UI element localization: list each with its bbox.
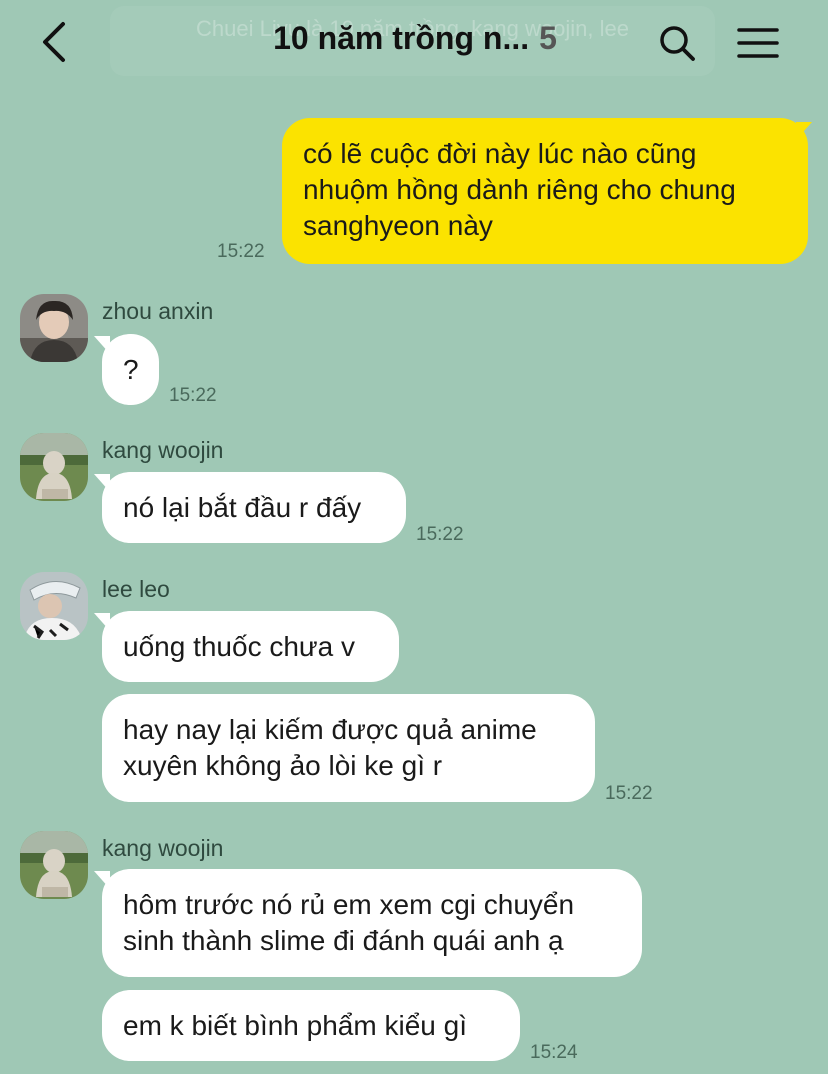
- sender-name: kang woojin: [102, 835, 224, 861]
- back-button[interactable]: [30, 18, 78, 66]
- incoming-message-bubble[interactable]: hay nay lại kiếm được quả anime xuyên kh…: [102, 694, 595, 802]
- message-time: 15:22: [605, 783, 653, 804]
- incoming-message-bubble[interactable]: uống thuốc chưa v: [102, 611, 399, 682]
- incoming-message-bubble[interactable]: nó lại bắt đầu r đấy: [102, 472, 406, 543]
- incoming-bubble-tail: [94, 474, 110, 492]
- sender-name: zhou anxin: [102, 298, 214, 324]
- message-time: 15:22: [169, 385, 217, 406]
- chat-title: 10 năm trồng n...: [273, 20, 530, 56]
- outgoing-bubble-tail: [796, 122, 812, 140]
- avatar[interactable]: [20, 831, 88, 899]
- chat-title-area[interactable]: 10 năm trồng n... 5: [150, 20, 680, 57]
- message-time: 15:22: [416, 524, 464, 545]
- message-time: 15:22: [217, 241, 265, 262]
- incoming-bubble-tail: [94, 871, 110, 889]
- member-count: 5: [539, 20, 557, 56]
- avatar[interactable]: [20, 294, 88, 362]
- avatar[interactable]: [20, 433, 88, 501]
- avatar-photo-zhou-anxin: [20, 294, 88, 362]
- avatar-photo-kang-woojin: [20, 831, 88, 899]
- sender-name: lee leo: [102, 576, 170, 602]
- sender-name: kang woojin: [102, 437, 224, 463]
- back-chevron-icon: [43, 22, 65, 62]
- incoming-message-bubble[interactable]: ?: [102, 334, 159, 405]
- incoming-bubble-tail: [94, 336, 110, 354]
- hamburger-menu-icon: [737, 28, 779, 58]
- incoming-message-bubble[interactable]: hôm trước nó rủ em xem cgi chuyển sinh t…: [102, 869, 642, 977]
- avatar[interactable]: [20, 572, 88, 640]
- incoming-bubble-tail: [94, 613, 110, 631]
- message-time: 15:24: [530, 1042, 578, 1063]
- outgoing-message-bubble[interactable]: có lẽ cuộc đời này lúc nào cũng nhuộm hồ…: [282, 118, 808, 264]
- search-button[interactable]: [654, 20, 700, 66]
- incoming-message-bubble[interactable]: em k biết bình phẩm kiểu gì: [102, 990, 520, 1061]
- avatar-photo-lee-leo: [20, 572, 88, 640]
- chat-header: Chuei Liyu là 10 năm trồng. kang woojin,…: [0, 0, 828, 90]
- avatar-photo-kang-woojin: [20, 433, 88, 501]
- search-icon: [660, 26, 695, 61]
- menu-button[interactable]: [734, 20, 782, 66]
